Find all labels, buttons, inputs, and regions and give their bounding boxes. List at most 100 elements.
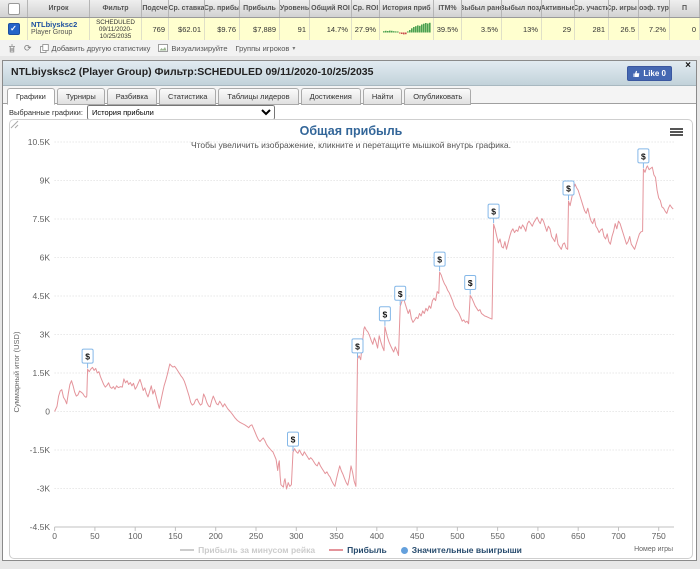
copy-icon [39,43,49,53]
profit-history-sparkline[interactable] [380,18,434,40]
refresh-button[interactable]: ⟳ [24,43,32,53]
player-name-link[interactable]: NTLbiysksc2 [31,21,77,29]
svg-text:$: $ [566,184,571,194]
visualize-label: Визуализируйте [171,43,228,53]
column-header[interactable]: Уровень [280,0,310,17]
legend-item-1[interactable]: Прибыль [329,545,387,555]
legend-item-0[interactable]: Прибыль за минусом рейка [180,545,315,555]
panel-title: NTLbiysksc2 (Player Group) Фильтр:SCHEDU… [11,66,374,78]
svg-text:$: $ [291,435,296,445]
panel-header: NTLbiysksc2 (Player Group) Фильтр:SCHEDU… [3,60,696,86]
svg-text:$: $ [437,255,442,265]
tab-6[interactable]: Найти [362,88,403,105]
player-groups-dropdown[interactable]: Группы игроков ▾ [236,44,296,53]
player-cell: NTLbiysksc2 Player Group [28,18,90,40]
tab-3[interactable]: Статистика [159,88,217,105]
svg-text:500: 500 [450,531,464,541]
table-cell: 3.5% [462,18,502,40]
column-header[interactable]: Игрок [28,0,90,17]
resize-handle[interactable] [10,120,19,129]
column-header[interactable]: Ср. участи [575,0,609,17]
svg-text:550: 550 [491,531,505,541]
chart-menu-button[interactable] [670,128,683,137]
svg-text:$: $ [85,352,90,362]
hamburger-icon [670,134,683,136]
trash-icon [9,44,15,52]
row-checkbox[interactable]: ✓ [7,23,20,35]
chart-select-row: Выбранные графики: История прибыли [3,104,696,120]
table-cell: 14.7% [310,18,352,40]
table-cell: $9.76 [205,18,240,40]
legend-item-2[interactable]: Значительные выигрыши [400,545,522,555]
add-statistic-label: Добавить другую статистику [51,43,151,53]
table-cell: 13% [502,18,542,40]
svg-text:Суммарный итог (USD): Суммарный итог (USD) [12,331,21,412]
svg-text:400: 400 [370,531,384,541]
svg-text:$: $ [491,207,496,217]
tab-1[interactable]: Турниры [56,88,105,105]
chart-container: -4.5K -3K -1.5K 0 1.5K 3K 4.5K 6K 7.5K 9K 10.5K 0 50… [9,119,693,559]
column-header[interactable]: П [670,0,700,17]
svg-text:250: 250 [249,531,263,541]
stats-table-header: Игрок Фильтр Подсче Ср. ставка Ср. прибы Приб… [0,0,700,18]
chart-title: Общая прибыль [299,124,403,138]
profit-chart-plot[interactable]: -4.5K-3K-1.5K01.5K3K4.5K6K7.5K9K10.5K0 50… [10,120,692,558]
svg-text:-1.5K: -1.5K [30,445,51,455]
table-cell: 91 [280,18,310,40]
legend-marker-line [180,549,195,551]
svg-text:100: 100 [128,531,142,541]
column-header[interactable]: Коэф. турб [639,0,670,17]
tab-5[interactable]: Достижения [300,88,361,105]
legend-marker-dot [400,546,408,554]
table-cell: 7.2% [639,18,670,40]
column-header[interactable]: Активные [542,0,575,17]
column-header[interactable]: Прибыль [240,0,280,17]
legend-marker-line [329,549,344,551]
tab-7[interactable]: Опубликовать [404,88,472,105]
chart-legend: Прибыль за минусом рейка Прибыль Значитель… [10,545,692,555]
visualize-button[interactable]: Визуализируйте [158,43,228,53]
like-button[interactable]: Like 0 [627,66,672,81]
table-cell: 769 [142,18,169,40]
column-header[interactable]: Ср. ROI [352,0,380,17]
table-cell: 27.9% [352,18,380,40]
svg-text:300: 300 [289,531,303,541]
chart-subtitle: Чтобы увеличить изображение, кликните и … [190,140,512,150]
column-header[interactable]: Ср. игры / [609,0,639,17]
legend-label: Прибыль за минусом рейка [198,545,316,555]
close-icon[interactable]: × [685,60,691,71]
hamburger-icon [670,131,683,133]
column-header[interactable]: История приб [380,0,434,17]
svg-text:6K: 6K [40,253,51,263]
chart-select[interactable]: История прибыли [86,104,275,120]
legend-label: Значительные выигрыши [411,545,522,555]
svg-text:600: 600 [531,531,545,541]
column-header[interactable]: Выбыл рано [462,0,502,17]
svg-text:650: 650 [571,531,585,541]
tab-0[interactable]: Графики [7,88,55,105]
svg-text:$: $ [355,341,360,351]
tab-4[interactable]: Таблицы лидеров [218,88,299,105]
svg-text:150: 150 [168,531,182,541]
column-header[interactable]: Фильтр [90,0,142,17]
caret-down-icon: ▾ [292,45,296,52]
column-header[interactable]: Подсче [142,0,169,17]
select-all-checkbox[interactable] [7,2,20,15]
column-header[interactable]: ITM% [434,0,462,17]
svg-text:700: 700 [611,531,625,541]
table-toolbar: ⟳ Добавить другую статистику Визуализиру… [0,40,700,56]
thumb-up-icon [633,70,640,77]
filter-cell: SCHEDULED 09/11/2020- 10/25/2035 [90,18,142,40]
column-header[interactable]: Общий ROI [310,0,352,17]
column-header[interactable]: Ср. прибы [205,0,240,17]
column-header[interactable]: Выбыл позд [502,0,542,17]
player-group-label: Player Group [31,29,73,36]
svg-text:$: $ [468,278,473,288]
column-header[interactable]: Ср. ставка [169,0,205,17]
table-cell: 26.5 [609,18,639,40]
delete-button[interactable] [8,44,16,53]
tab-2[interactable]: Разбивка [106,88,158,105]
svg-text:200: 200 [209,531,223,541]
add-statistic-button[interactable]: Добавить другую статистику [39,43,151,53]
image-icon [158,44,169,52]
